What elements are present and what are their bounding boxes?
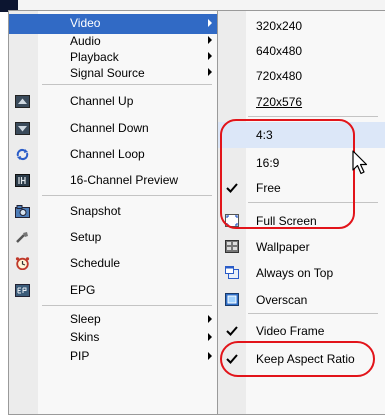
menu-item-label: Audio [70,34,101,48]
menu-separator [42,305,212,306]
sixteen-channel-preview-icon [15,174,30,187]
menu-item-label: Sleep [70,312,101,326]
menu-item-label: 720x480 [256,69,303,83]
overscan-icon [225,293,239,306]
menu-item-label: 320x240 [256,19,303,33]
menu-item-label: PIP [70,349,90,363]
submenu-arrow-icon [208,19,212,27]
menu-item-sleep[interactable]: Sleep [9,311,218,328]
submenu-item-overscan[interactable]: Overscan [218,287,385,311]
always-on-top-icon [225,266,239,279]
menu-item-16-channel-preview[interactable]: 16-Channel Preview [9,171,218,191]
snapshot-icon [15,205,30,218]
submenu-item-640x480[interactable]: 640x480 [218,38,385,62]
menu-item-label: Setup [70,230,102,244]
channel-loop-icon [16,148,29,161]
menu-item-label: Overscan [256,293,308,307]
schedule-icon [15,257,30,270]
menu-item-label: Wallpaper [256,240,310,254]
menu-item-label: 16-Channel Preview [70,173,179,187]
epg-icon [15,284,30,297]
submenu-arrow-icon [208,352,212,360]
menu-item-label: Channel Loop [70,147,145,161]
menu-item-label: 720x576 [256,95,303,109]
menu-separator [42,84,212,85]
menu-item-label: Playback [70,50,119,64]
submenu-arrow-icon [208,315,212,323]
menu-item-playback[interactable]: Playback [9,49,218,65]
menu-item-label: Signal Source [70,66,145,80]
menu-item-label: Skins [70,330,100,344]
menu-item-label: Snapshot [70,204,121,218]
menu-item-audio[interactable]: Audio [9,33,218,49]
menu-separator [42,195,212,196]
submenu-item-video-frame[interactable]: Video Frame [218,318,385,342]
submenu-item-always-on-top[interactable]: Always on Top [218,260,385,284]
menu-item-label: 640x480 [256,44,303,58]
menu-item-label: Channel Up [70,94,134,108]
submenu-arrow-icon [208,36,212,44]
submenu-arrow-icon [208,52,212,60]
submenu-arrow-icon [208,68,212,76]
mouse-cursor-icon [352,150,368,175]
menu-item-epg[interactable]: EPG [9,281,218,301]
menu-item-label: EPG [70,283,96,297]
menu-item-signal-source[interactable]: Signal Source [9,65,218,81]
menu-item-label: Video Frame [256,324,325,338]
menu-separator [248,116,378,117]
submenu-arrow-icon [208,333,212,341]
channel-up-icon [15,95,30,108]
submenu-item-320x240[interactable]: 320x240 [218,13,385,37]
menu-item-label: Channel Down [70,121,149,135]
menu-item-video[interactable]: Video [9,14,218,34]
menu-item-skins[interactable]: Skins [9,329,218,346]
setup-icon [16,232,28,243]
checkmark-icon [226,326,238,336]
menu-item-schedule[interactable]: Schedule [9,254,218,274]
menu-item-setup[interactable]: Setup [9,228,218,248]
menu-item-pip[interactable]: PIP [9,348,218,365]
menu-item-channel-up[interactable]: Channel Up [9,92,218,112]
wallpaper-icon [225,240,239,253]
menu-item-label: Always on Top [256,266,334,280]
context-menu: Video Audio Playback Signal Source Chann… [8,10,218,415]
menu-item-channel-down[interactable]: Channel Down [9,119,218,139]
submenu-item-720x480[interactable]: 720x480 [218,63,385,87]
submenu-item-wallpaper[interactable]: Wallpaper [218,234,385,258]
submenu-item-720x576[interactable]: 720x576 [218,89,385,113]
menu-item-channel-loop[interactable]: Channel Loop [9,145,218,165]
channel-down-icon [15,122,30,135]
menu-item-label: Video [70,16,101,30]
annotation-oval-aspect [220,119,355,229]
menu-separator [248,313,378,314]
menu-item-label: Schedule [70,256,121,270]
annotation-oval-keep-aspect [220,341,375,377]
menu-item-snapshot[interactable]: Snapshot [9,202,218,222]
